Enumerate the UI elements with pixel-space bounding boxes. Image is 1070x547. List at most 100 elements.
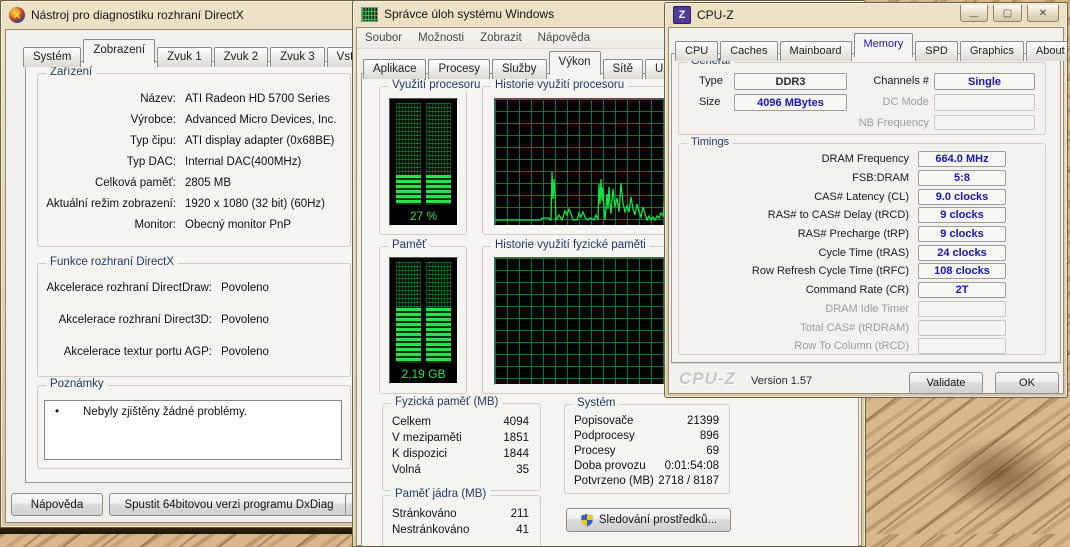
cpu-usage-caption: Využití procesoru [388,79,485,91]
notes-group: Poznámky • Nebyly zjištěny žádné problém… [37,378,351,469]
dc-mode-field [934,94,1035,111]
channels-label: Channels # [873,75,929,87]
timing-row: RAS# Precharge (tRP) 9 clocks [681,225,1043,244]
nb-frequency-label: NB Frequency [858,117,929,129]
stat-row: V mezipaměti 1851 [392,432,529,444]
tab-memory[interactable]: Memory [853,33,914,57]
tab-services[interactable]: Služby [492,59,547,79]
timing-row: DRAM Frequency 664.0 MHz [681,150,1043,169]
type-label: Type [699,75,723,87]
memory-group: Paměť 2,19 GB [379,239,467,394]
tab-networking[interactable]: Sítě [602,59,643,79]
menu-view[interactable]: Zobrazit [472,29,530,48]
taskmgr-tabbar: AplikaceProcesySlužbyVýkonSítěUživatelé [363,51,714,79]
stat-row: Popisovače 21399 [574,415,719,427]
dxdiag-tabbar: SystémZobrazeníZvuk 1Zvuk 2Zvuk 3Vstup [23,39,357,67]
menu-help[interactable]: Nápověda [530,29,598,48]
run-64bit-dxdiag-button[interactable]: Spustit 64bitovou verzi programu DxDiag [109,493,349,516]
tab-sound1[interactable]: Zvuk 1 [157,47,212,67]
maximize-button[interactable]: ▢ [993,5,1022,22]
tab-sound3[interactable]: Zvuk 3 [270,47,325,67]
timing-row: CAS# Latency (CL) 9.0 clocks [681,187,1043,206]
notes-box[interactable]: • Nebyly zjištěny žádné problémy. [44,400,342,460]
cpu-usage-group: Využití procesoru 27 % [379,79,485,235]
tab-graphics[interactable]: Graphics [959,41,1024,61]
cpuz-tabbar: CPU Caches MainboardMemorySPD Graphics About [675,33,1067,61]
tab-sound2[interactable]: Zvuk 2 [213,47,269,67]
cpuz-footer-divider [669,363,1063,364]
physical-memory-group: Fyzická paměť (MB) Celkem 4094 V mezipamě… [382,396,541,491]
feature-row: Akcelerace rozhraní Direct3D: Povoleno [58,314,269,326]
task-manager-icon [361,6,378,22]
timing-row: FSB:DRAM 5:8 [681,169,1043,188]
timing-row: Cycle Time (tRAS) 24 clocks [681,243,1043,262]
cpuz-logo: CPU-Z [679,369,736,388]
notes-bullet: • [55,406,60,418]
dxdiag-title: Nástroj pro diagnostiku rozhraní DirectX [31,8,244,22]
dxdiag-window: ✕ Nástroj pro diagnostiku rozhraní Direc… [0,0,358,528]
tab-about[interactable]: About [1025,41,1067,61]
tab-performance[interactable]: Výkon [548,51,601,75]
tab-spd[interactable]: SPD [915,41,958,61]
stat-row: Volná 35 [392,464,529,476]
system-caption: Systém [573,397,620,409]
kernel-memory-caption: Paměť jádra (MB) [391,488,491,500]
help-button[interactable]: Nápověda [11,493,103,516]
tab-system[interactable]: Systém [23,47,82,67]
general-group: General Type DDR3 Size 4096 MBytes Chann… [678,55,1046,135]
maximize-icon: ▢ [1002,7,1013,19]
features-group-caption: Funkce rozhraní DirectX [46,256,178,268]
tab-cpu[interactable]: CPU [675,41,719,61]
close-button[interactable]: ✕ [1027,5,1059,22]
validate-button[interactable]: Validate [909,372,983,394]
device-group: Zařízení Název: ATI Radeon HD 5700 Series… [37,66,351,247]
type-field: DDR3 [734,73,847,90]
taskmgr-title: Správce úloh systému Windows [384,7,555,21]
physical-memory-caption: Fyzická paměť (MB) [391,396,503,408]
kernel-memory-group: Paměť jádra (MB) Stránkováno 211 Nestránk… [382,488,541,546]
cpu-usage-meter: 27 % [389,98,458,226]
cpu-usage-value: 27 % [409,209,438,223]
resource-monitor-button[interactable]: Sledování prostředků... [566,508,731,532]
tab-applications[interactable]: Aplikace [363,59,427,79]
feature-row: Akcelerace rozhraní DirectDraw: Povoleno [46,282,269,294]
nb-frequency-field [934,115,1035,130]
directx-icon: ✕ [9,7,25,23]
uac-shield-icon [581,513,593,527]
cpuz-version: Version 1.57 [751,375,813,387]
size-label: Size [699,96,721,108]
tab-caches[interactable]: Caches [720,41,778,61]
stat-row: Potvrzeno (MB) 2718 / 8187 [574,475,719,487]
menu-options[interactable]: Možnosti [410,29,472,48]
dc-mode-label: DC Mode [882,96,929,108]
dxdiag-titlebar[interactable]: ✕ Nástroj pro diagnostiku rozhraní Direc… [1,1,357,29]
ok-button[interactable]: OK [995,372,1059,394]
timing-row: DRAM Idle Timer [681,300,1043,319]
tab-mainboard[interactable]: Mainboard [779,41,852,61]
stat-row: Celkem 4094 [392,416,529,428]
device-row: Výrobce: Advanced Micro Devices, Inc. [130,114,337,126]
minimize-button[interactable]: — [960,5,988,22]
device-group-caption: Zařízení [46,66,97,78]
stat-row: Procesy 69 [574,445,719,457]
timings-group: Timings DRAM Frequency 664.0 MHz FSB:DRAM… [678,136,1046,356]
menu-file[interactable]: Soubor [357,29,410,48]
stat-row: Podprocesy 896 [574,430,719,442]
memory-caption: Paměť [388,239,431,251]
feature-row: Akcelerace textur portu AGP: Povoleno [63,346,269,358]
stat-row: Stránkováno 211 [392,508,529,520]
tab-processes[interactable]: Procesy [428,59,491,79]
device-row: Celková paměť: 2805 MB [94,177,232,189]
memory-value: 2,19 GB [401,367,446,381]
directx-features-group: Funkce rozhraní DirectX Akcelerace rozhr… [37,256,351,377]
device-row: Monitor: Obecný monitor PnP [134,219,292,231]
device-row: Název: ATI Radeon HD 5700 Series [140,93,330,105]
timings-caption: Timings [687,136,734,148]
tab-display[interactable]: Zobrazení [83,39,156,63]
cpu-history-caption: Historie využití procesoru [491,79,629,91]
device-row: Typ čipu: ATI display adapter (0x68BE) [129,135,335,147]
device-row: Aktuální režim zobrazení: 1920 x 1080 (32… [46,198,325,210]
stat-row: Nestránkováno 41 [392,524,529,536]
timing-row: Row To Column (tRCD) [681,337,1043,356]
system-group: Systém Popisovače 21399 Podprocesy 896 Pro… [564,397,730,494]
